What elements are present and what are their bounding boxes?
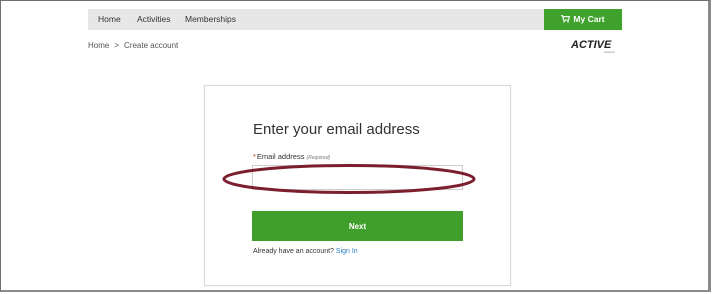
cart-icon xyxy=(561,15,571,23)
top-nav-bar: Home Activities Memberships xyxy=(88,9,622,30)
next-button[interactable]: Next xyxy=(252,211,463,241)
signin-prompt: Already have an account? Sign In xyxy=(253,248,358,255)
email-label-text: Email address xyxy=(256,152,305,161)
required-hint: (Required) xyxy=(306,155,331,161)
required-mark: * xyxy=(253,152,256,161)
breadcrumb: Home > Create account xyxy=(88,41,178,50)
breadcrumb-home[interactable]: Home xyxy=(88,41,109,50)
nav-home[interactable]: Home xyxy=(98,14,121,24)
breadcrumb-current: Create account xyxy=(124,41,179,50)
nav-activities[interactable]: Activities xyxy=(137,14,171,24)
nav-memberships[interactable]: Memberships xyxy=(185,14,236,24)
my-cart-button[interactable]: My Cart xyxy=(544,9,622,30)
breadcrumb-separator: > xyxy=(114,41,120,50)
account-prompt-text: Already have an account? xyxy=(253,248,334,255)
sign-in-link[interactable]: Sign In xyxy=(336,248,358,255)
email-label: *Email address (Required) xyxy=(253,152,330,161)
cart-label: My Cart xyxy=(573,14,605,24)
active-logo: ACTIVE network xyxy=(571,39,615,54)
logo-subtext: network xyxy=(604,50,615,54)
page-title: Enter your email address xyxy=(253,121,420,138)
email-input[interactable] xyxy=(252,165,463,190)
